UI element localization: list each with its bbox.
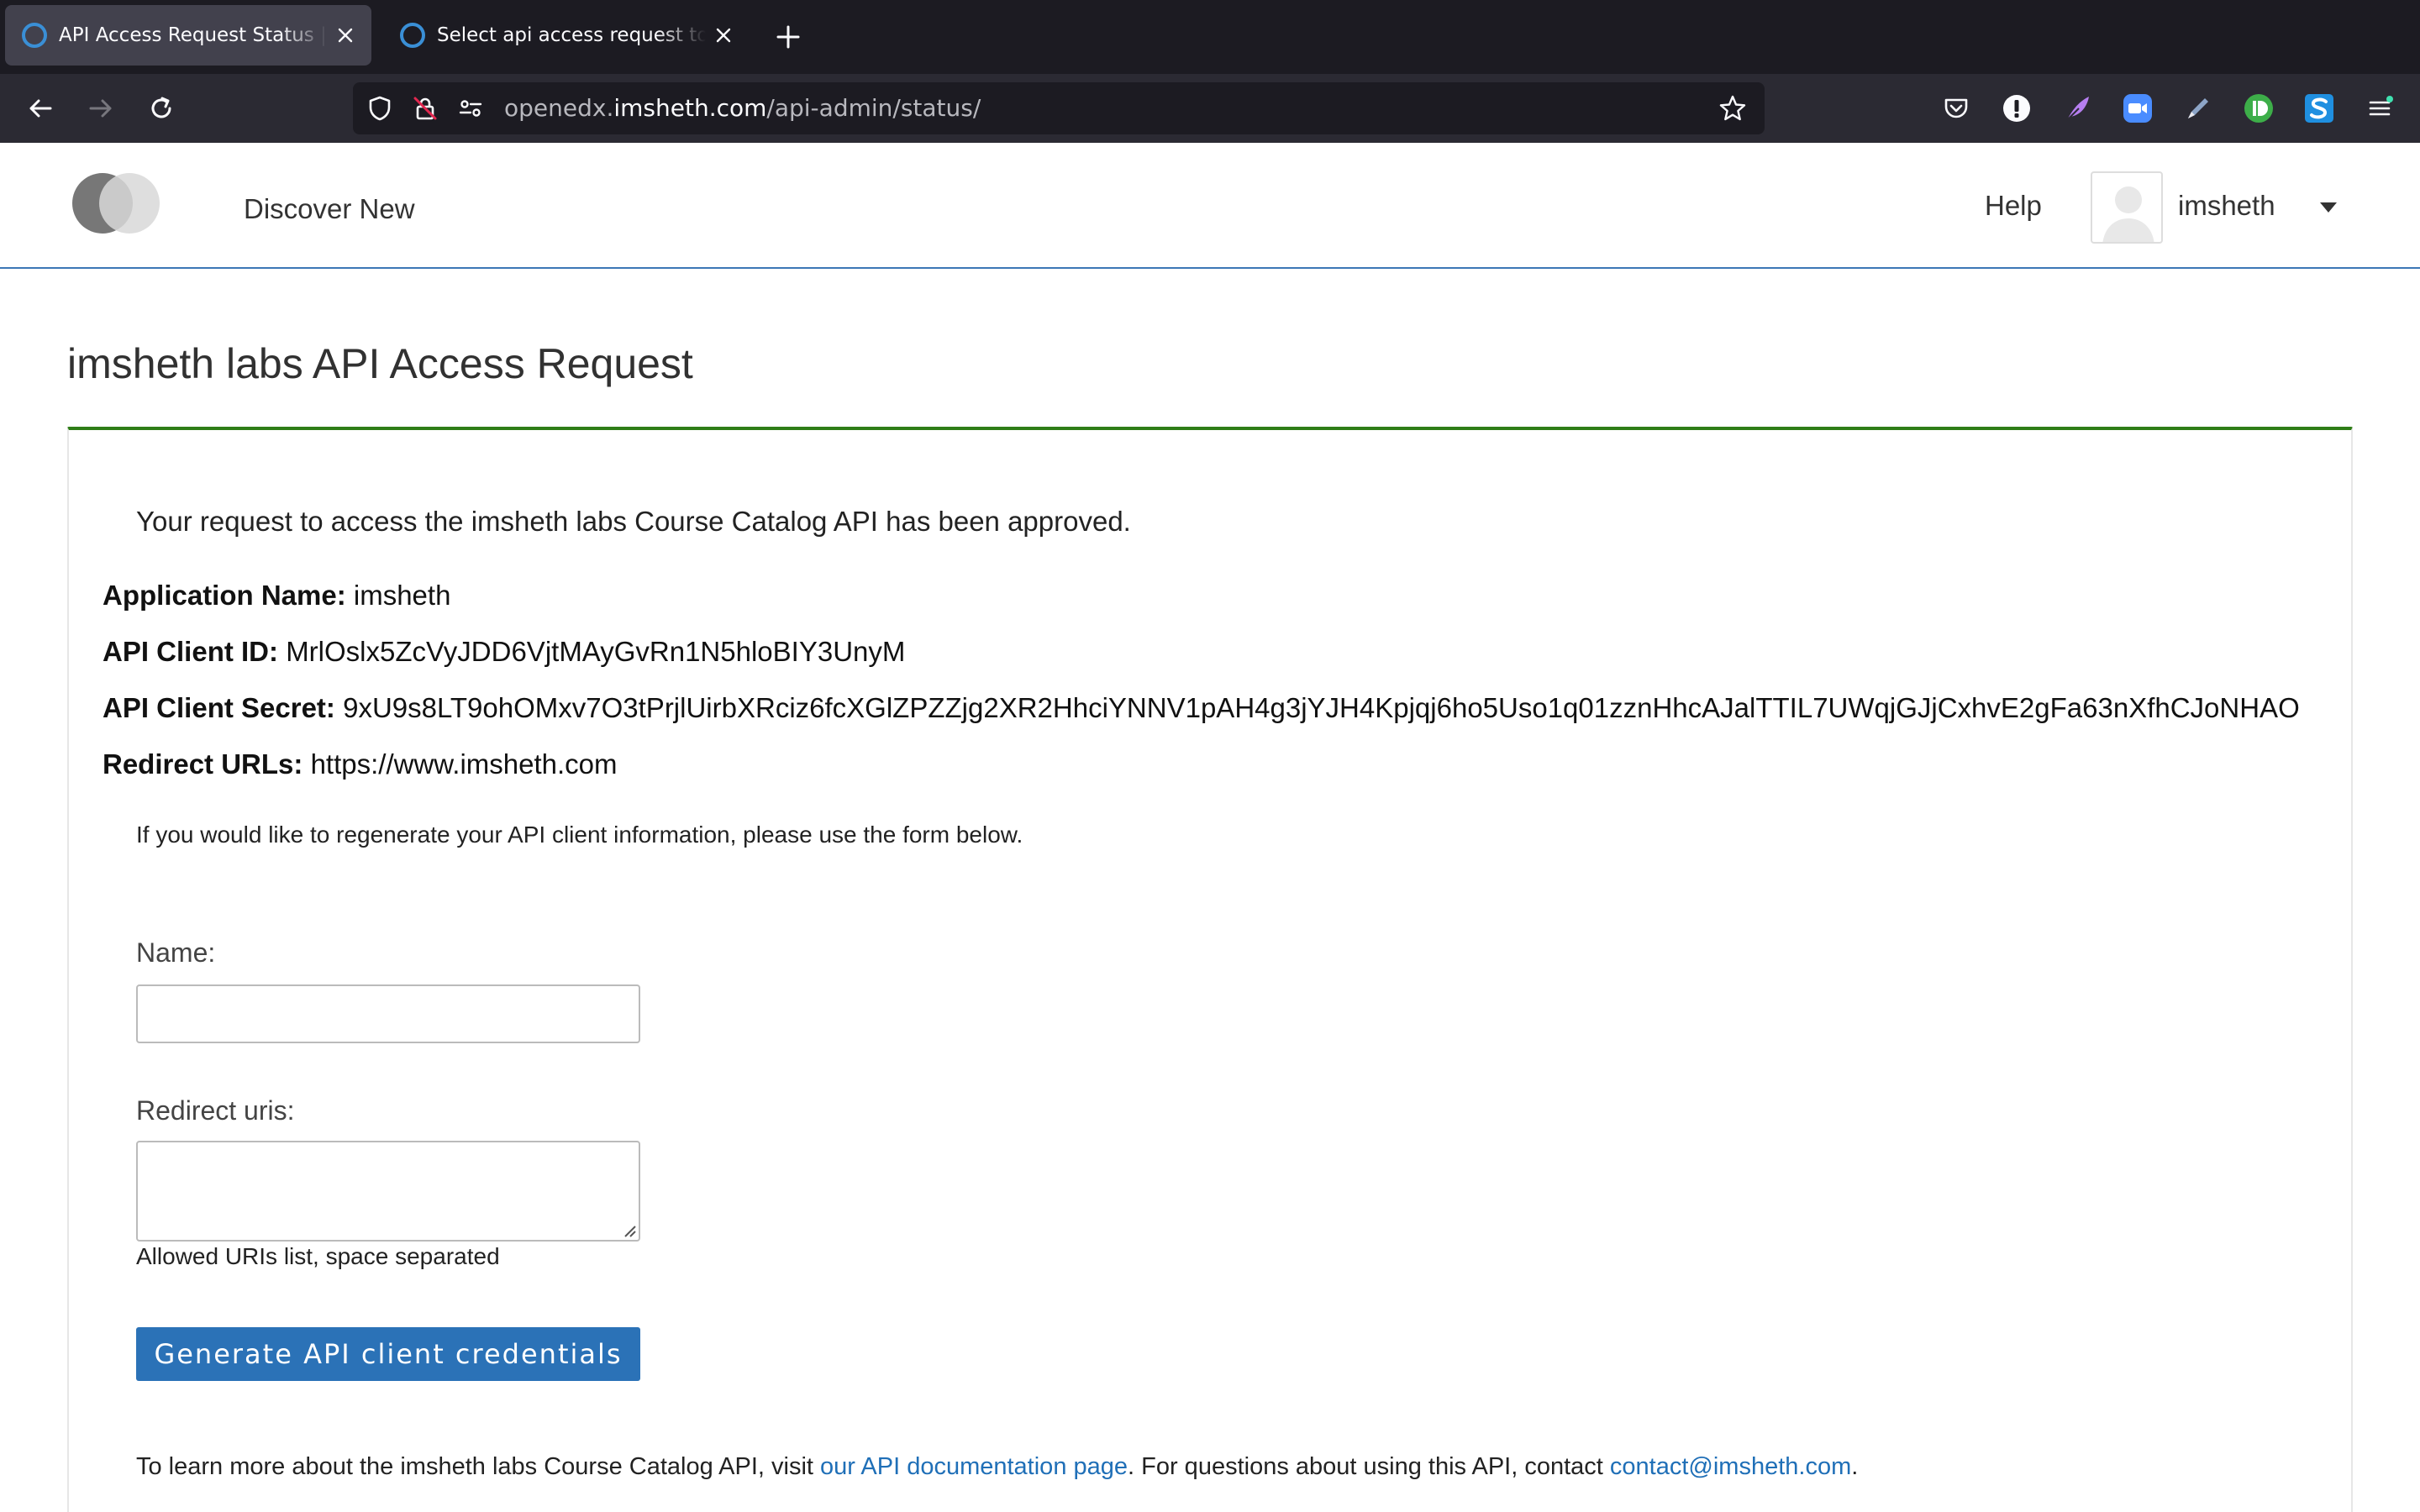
tab-title: Select api access request to change [437, 24, 706, 46]
redirect-urls-value: https://www.imsheth.com [310, 748, 618, 780]
close-icon[interactable] [333, 23, 358, 48]
back-arrow-icon [29, 99, 52, 118]
application-name-row: Application Name: imsheth [103, 580, 450, 612]
feather-icon[interactable] [2059, 90, 2096, 127]
regenerate-message: If you would like to regenerate your API… [136, 822, 1023, 848]
page-title: imsheth labs API Access Request [67, 340, 693, 387]
address-bar[interactable]: openedx.imsheth.com/api-admin/status/ [353, 82, 1765, 134]
permissions-icon[interactable] [455, 93, 486, 123]
redirect-uris-help: Allowed URIs list, space separated [136, 1243, 500, 1269]
tab-favicon-icon [22, 23, 47, 48]
api-docs-link[interactable]: our API documentation page [820, 1453, 1128, 1480]
d-icon[interactable] [2240, 90, 2277, 127]
application-name-label: Application Name: [103, 580, 346, 611]
browser-tab-bar: API Access Request Status | imsheth Sele… [0, 0, 2420, 74]
username[interactable]: imsheth [2178, 190, 2275, 222]
redirect-uris-label: Redirect uris: [136, 1095, 295, 1126]
tab-favicon-icon [400, 23, 425, 48]
caret-down-icon [2320, 202, 2337, 213]
back-button[interactable] [20, 88, 60, 129]
client-secret-value: 9xU9s8LT9ohOMxv7O3tPrjlUirbXRciz6fcXGlZP… [343, 692, 2300, 723]
site-logo[interactable] [72, 173, 165, 234]
user-menu-toggle[interactable] [2316, 195, 2341, 220]
pocket-icon[interactable] [1938, 90, 1975, 127]
tab-api-access-status[interactable]: API Access Request Status | imsheth [5, 5, 371, 66]
footer-text-part: . [1851, 1453, 1859, 1480]
browser-navigation-bar: openedx.imsheth.com/api-admin/status/ [0, 74, 2420, 143]
redirect-urls-row: Redirect URLs: https://www.imsheth.com [103, 748, 618, 780]
name-label: Name: [136, 937, 216, 968]
url-prefix: openedx. [504, 94, 614, 122]
menu-icon[interactable] [2361, 90, 2398, 127]
tab-select-api-access[interactable]: Select api access request to change [383, 5, 750, 66]
api-access-panel: Your request to access the imsheth labs … [67, 427, 2353, 1512]
client-secret-label: API Client Secret: [103, 692, 335, 723]
redirect-uris-field[interactable] [136, 1141, 640, 1242]
name-field[interactable] [136, 984, 640, 1043]
logo-circle-light [99, 173, 160, 234]
client-id-value: MrlOslx5ZcVyJDD6VjtMAyGvRn1N5hloBIY3UnyM [286, 636, 906, 667]
user-avatar-icon [2102, 186, 2154, 242]
bookmark-star-icon[interactable] [1718, 93, 1748, 123]
reload-icon [151, 97, 171, 118]
redirect-urls-label: Redirect URLs: [103, 748, 303, 780]
forward-button[interactable] [81, 88, 121, 129]
url-text[interactable]: openedx.imsheth.com/api-admin/status/ [504, 82, 981, 134]
client-id-label: API Client ID: [103, 636, 279, 667]
info-icon[interactable] [1998, 90, 2035, 127]
url-domain: imsheth.com [613, 94, 767, 122]
tab-title: API Access Request Status | imsheth [59, 24, 328, 46]
avatar[interactable] [2091, 171, 2163, 244]
application-name-value: imsheth [353, 580, 451, 611]
resize-grip-icon[interactable] [618, 1220, 637, 1238]
reload-button[interactable] [141, 88, 182, 129]
s-icon[interactable] [2301, 90, 2338, 127]
status-message: Your request to access the imsheth labs … [136, 506, 1131, 537]
contact-email-link[interactable]: contact@imsheth.com [1610, 1453, 1851, 1480]
zoom-icon[interactable] [2119, 90, 2156, 127]
footer-text-part: . For questions about using this API, co… [1128, 1453, 1610, 1480]
shield-icon[interactable] [365, 93, 395, 123]
client-secret-row: API Client Secret: 9xU9s8LT9ohOMxv7O3tPr… [103, 692, 2300, 724]
forward-arrow-icon [89, 99, 112, 118]
insecure-lock-icon[interactable] [410, 93, 440, 123]
url-path: /api-admin/status/ [766, 94, 981, 122]
client-id-row: API Client ID: MrlOslx5ZcVyJDD6VjtMAyGvR… [103, 636, 905, 668]
site-header: Discover New Help imsheth [0, 143, 2420, 269]
close-icon[interactable] [711, 23, 736, 48]
footer-text: To learn more about the imsheth labs Cou… [136, 1453, 1858, 1481]
footer-text-part: To learn more about the imsheth labs Cou… [136, 1453, 821, 1480]
discover-new-link[interactable]: Discover New [244, 193, 415, 225]
generate-credentials-button[interactable]: Generate API client credentials [136, 1327, 640, 1381]
help-link[interactable]: Help [1985, 190, 2042, 222]
pen-icon[interactable] [2180, 90, 2217, 127]
new-tab-plus-icon[interactable] [771, 20, 805, 54]
